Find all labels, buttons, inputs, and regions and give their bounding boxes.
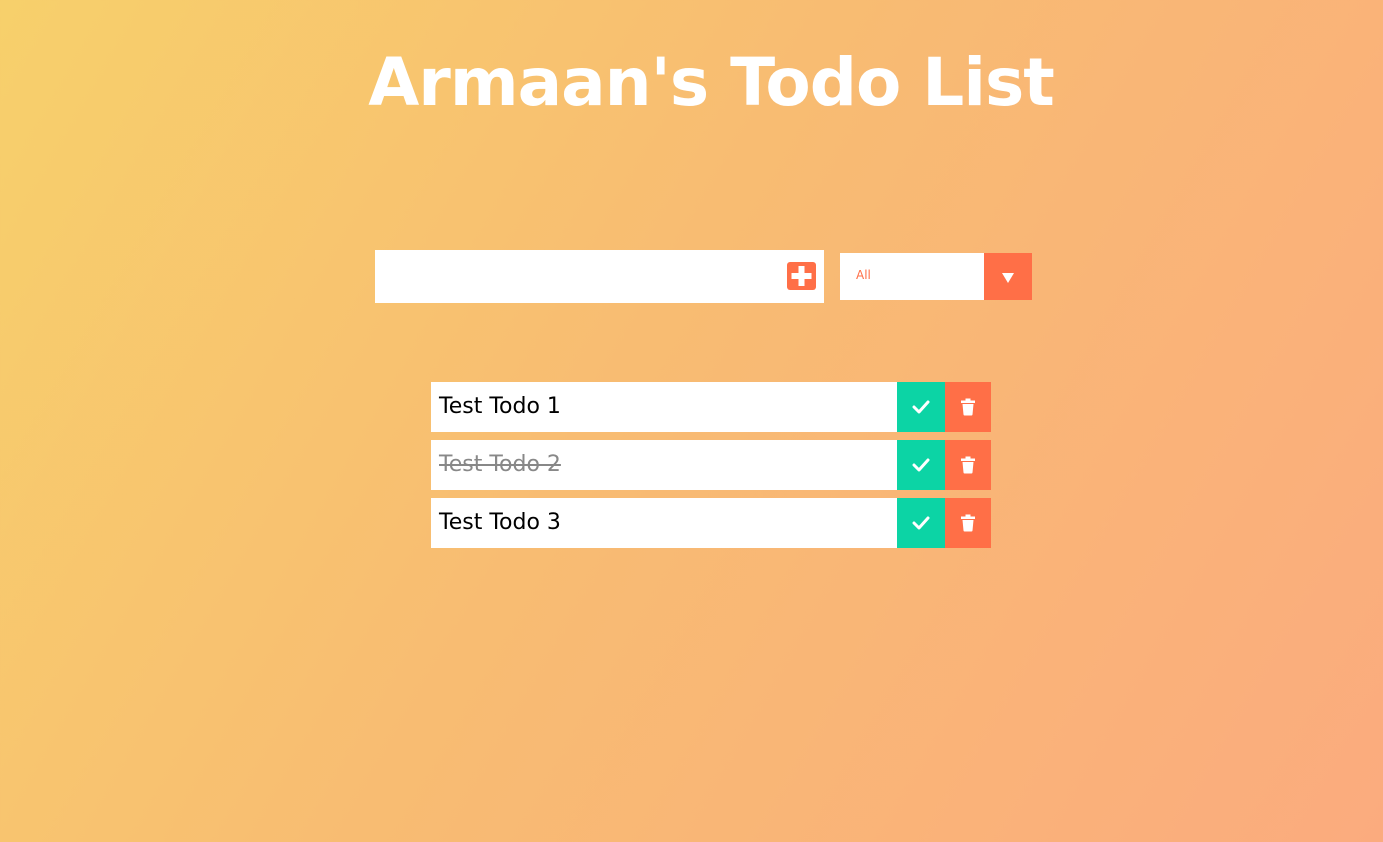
todo-input[interactable]: [375, 250, 775, 303]
todo-text: Test Todo 2: [439, 452, 561, 477]
todo-form: [375, 250, 824, 303]
trash-icon: [961, 456, 975, 474]
trash-icon: [961, 514, 975, 532]
complete-button[interactable]: [897, 498, 945, 548]
check-icon: [912, 400, 930, 414]
delete-button[interactable]: [945, 498, 991, 548]
complete-button[interactable]: [897, 382, 945, 432]
filter-select[interactable]: All: [840, 253, 1032, 300]
caret-down-icon: [1002, 273, 1014, 283]
todo-item: Test Todo 2: [431, 440, 991, 490]
todo-item: Test Todo 1: [431, 382, 991, 432]
add-todo-button[interactable]: [787, 262, 816, 290]
delete-button[interactable]: [945, 382, 991, 432]
trash-icon: [961, 398, 975, 416]
plus-icon: [791, 266, 812, 286]
todo-text: Test Todo 3: [439, 510, 561, 535]
page-title: Armaan's Todo List: [368, 44, 1055, 121]
complete-button[interactable]: [897, 440, 945, 490]
todo-list: Test Todo 1 Test Todo 2 Test Todo 3: [431, 382, 991, 556]
todo-item: Test Todo 3: [431, 498, 991, 548]
check-icon: [912, 516, 930, 530]
filter-dropdown-button[interactable]: [984, 253, 1032, 300]
check-icon: [912, 458, 930, 472]
delete-button[interactable]: [945, 440, 991, 490]
todo-text: Test Todo 1: [439, 394, 561, 419]
filter-selected-value: All: [856, 268, 871, 282]
